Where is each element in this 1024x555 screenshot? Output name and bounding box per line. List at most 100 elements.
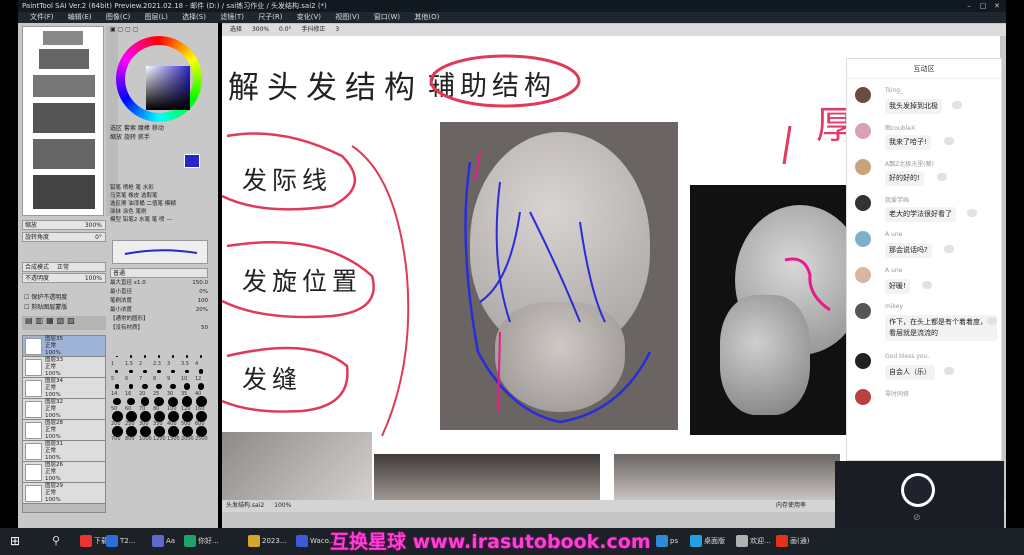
taskbar-item[interactable]: 画(通) [776,532,809,550]
brush-size-grid[interactable]: 1 1.5 2 2.3 3 3.5 4 5 6 7 8 9 10 12 14 16 20 25 30 35 40 50 60… [110,352,208,512]
taskbar-item[interactable]: 欢迎... [736,532,771,550]
menu-view[interactable]: 视图(V) [335,12,359,23]
min-density-row[interactable]: 最小浓度 20% [110,306,208,315]
max-size-row[interactable]: 最大直径 x1.0 150.0 [110,279,208,288]
avatar[interactable] [855,267,871,283]
reaction-icon[interactable] [951,101,962,109]
avatar[interactable] [855,231,871,247]
maximize-button[interactable]: □ [976,0,990,12]
brush-size-dot[interactable] [129,369,133,374]
layer-item[interactable]: 图层35 正常 100% [23,336,105,357]
canvas-angle[interactable]: 0.0° [279,26,292,33]
layer-item[interactable]: 图层32 正常 100% [23,399,105,420]
brush-size-dot[interactable] [170,383,176,390]
layer-item[interactable]: 图层31 正常 100% [23,441,105,462]
menu-transform[interactable]: 变化(V) [297,12,321,23]
brush-size-dot[interactable] [185,355,189,358]
tool-row[interactable]: 模型 铅笔2 水笔 笔 喷 — [110,216,208,224]
protect-opacity-checkbox[interactable]: ☐ 保护不透明度 [24,292,67,301]
canvas-zoom[interactable]: 300% [252,26,269,33]
brush-size-dot[interactable] [142,383,148,389]
menu-image[interactable]: 图像(C) [106,12,130,23]
brush-texture-select[interactable]: 【没有材质】 50 [110,324,208,333]
brush-size-dot[interactable] [157,369,161,374]
avatar[interactable] [855,353,871,369]
avatar[interactable] [855,159,871,175]
color-tabs[interactable]: ▣ ▢ ▢ ▢ [110,26,210,34]
brush-mode-select[interactable]: 普通 [110,268,208,278]
tool-row[interactable]: 涂抹 涂色 笔刷 [110,208,208,216]
menu-window[interactable]: 窗口(W) [374,12,400,23]
blend-mode-select[interactable]: 合成模式 正常 [22,262,106,272]
tool-row[interactable]: 铅笔 喷枪 笔 水彩 [110,184,208,192]
reaction-icon[interactable] [944,137,954,145]
reaction-icon[interactable] [966,209,977,217]
menu-ruler[interactable]: 尺子(R) [258,12,282,23]
avatar[interactable] [855,303,871,319]
avatar[interactable] [855,195,871,211]
brush-size-dot[interactable] [197,383,205,390]
brush-size-dot[interactable] [199,355,203,358]
tool-row[interactable]: 选区 套索 魔棒 移动 [110,124,208,133]
navigator-thumbnail[interactable] [22,26,104,216]
taskbar-item[interactable]: ps [656,532,678,550]
brush-size-dot[interactable] [157,355,161,358]
avatar[interactable] [855,123,871,139]
select-mode[interactable]: 选择 [230,26,242,33]
angle-slider[interactable]: 旋转角度 0° [22,232,106,242]
layer-item[interactable]: 图层34 正常 100% [23,378,105,399]
taskbar-item[interactable]: 你好... [184,532,219,550]
brush-size-dot[interactable] [154,396,164,407]
taskbar-item[interactable]: T2... [106,532,135,550]
brush-size-dot[interactable] [143,355,147,358]
brush-size-dot[interactable] [156,383,162,390]
brush-size-dot[interactable] [143,369,147,374]
brush-size-dot[interactable] [114,384,120,389]
density-row[interactable]: 笔刷浓度 100 [110,297,208,306]
color-wheel[interactable] [116,36,202,122]
brush-size-dot[interactable] [129,355,133,358]
brush-size-dot[interactable] [115,369,119,373]
taskbar-item[interactable]: 桌面版 [690,532,725,550]
mic-muted-icon[interactable]: ⊘ [913,513,921,523]
brush-size-dot[interactable] [198,369,204,374]
taskbar-item[interactable]: 2023... [248,532,287,550]
min-size-row[interactable]: 最小直径 0% [110,288,208,297]
menu-file[interactable]: 文件(F) [30,12,54,23]
reaction-icon[interactable] [987,317,997,325]
tool-row[interactable]: 缩放 旋转 抓手 [110,133,208,142]
brush-size-dot[interactable] [183,383,191,390]
menu-select[interactable]: 选择(S) [182,12,206,23]
layer-item[interactable]: 图层33 正常 100% [23,357,105,378]
avatar[interactable] [855,389,871,405]
stabilizer-value[interactable]: 3 [335,26,339,33]
brush-size-dot[interactable] [113,397,121,406]
opacity-slider[interactable]: 不透明度 100% [22,273,106,283]
brush-size-dot[interactable] [140,397,150,406]
close-button[interactable]: ✕ [990,0,1004,12]
reaction-icon[interactable] [936,173,947,181]
brush-size-dot[interactable] [128,384,134,389]
search-icon[interactable]: ⚲ [52,532,60,550]
menu-edit[interactable]: 编辑(E) [68,12,92,23]
reaction-icon[interactable] [921,281,932,289]
zoom-slider[interactable]: 缩放 300% [22,220,106,230]
brush-size-dot[interactable] [127,397,135,406]
menu-layer[interactable]: 图层(L) [144,12,167,23]
taskbar-item[interactable]: 下载 [80,532,108,550]
layer-item[interactable]: 图层26 正常 100% [23,462,105,483]
brush-size-dot[interactable] [116,355,118,358]
menu-other[interactable]: 其他(O) [414,12,439,23]
menu-filter[interactable]: 滤镜(T) [220,12,244,23]
layer-buttons[interactable]: ▤▥▦▧▨ [22,316,106,330]
saturation-value-square[interactable] [146,66,190,110]
tool-row[interactable]: 选区擦 油漆桶 二值笔 模糊 [110,200,208,208]
start-button[interactable]: ⊞ [10,532,20,550]
layer-item[interactable]: 图层29 正常 100% [23,483,105,504]
primary-color-swatch[interactable] [184,154,200,168]
taskbar-item[interactable]: Aa [152,532,175,550]
reaction-icon[interactable] [944,367,954,375]
layer-item[interactable]: 图层28 正常 100% [23,420,105,441]
minimize-button[interactable]: – [962,0,976,12]
brush-size-dot[interactable] [171,355,175,358]
